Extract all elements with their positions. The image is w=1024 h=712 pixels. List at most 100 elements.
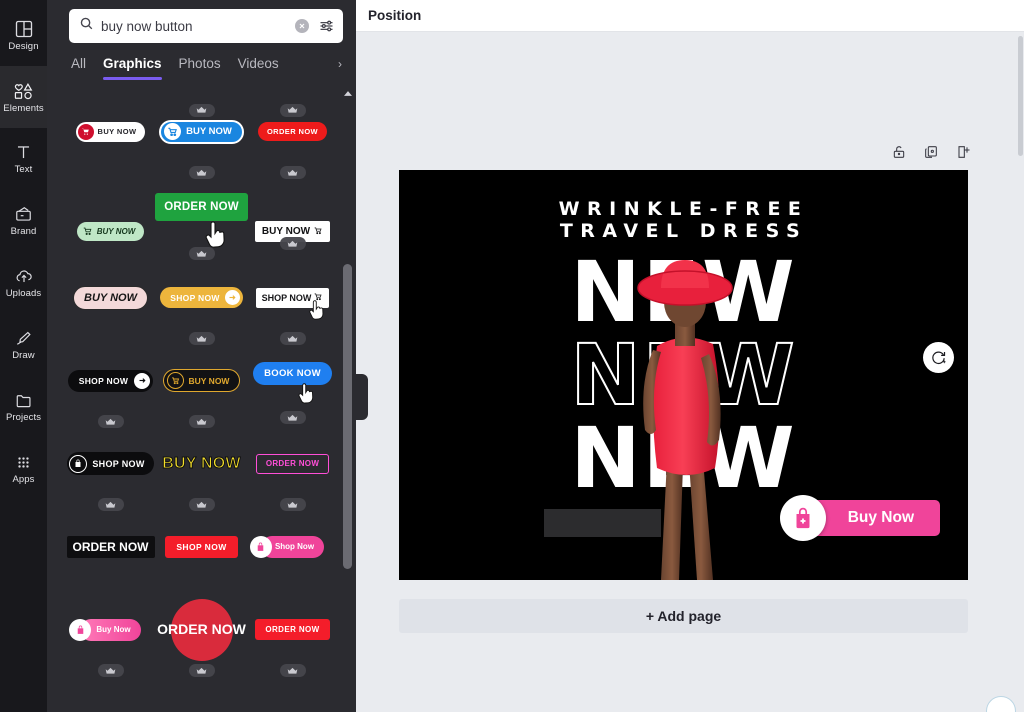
graphic-buy-now-script[interactable]: BUY NOW (73, 285, 148, 310)
tabs-next-arrow[interactable]: › (338, 57, 342, 71)
result-cell[interactable]: BOOK NOW (251, 339, 334, 424)
shopping-bag-icon (69, 618, 92, 641)
clear-icon[interactable] (295, 19, 309, 33)
graphic-shop-now-pink[interactable]: Shop Now (249, 535, 325, 558)
crown-icon (97, 664, 124, 677)
design-canvas[interactable]: WRINKLE-FREE TRAVEL DRESS NEW NEW NEW (399, 170, 968, 580)
graphic-shop-now-white[interactable]: SHOP NOW (255, 287, 330, 308)
graphic-buy-now-pink[interactable]: Buy Now (69, 618, 141, 641)
design-icon (14, 19, 34, 39)
cart-icon (164, 123, 182, 140)
panel-scrollbar[interactable] (343, 88, 352, 708)
tab-all[interactable]: All (71, 56, 86, 80)
result-cell[interactable]: ORDER NOW (251, 90, 334, 179)
search-icon (79, 16, 94, 36)
design-headline-2: TRAVEL DRESS (559, 220, 808, 242)
search-area (47, 0, 356, 43)
graphic-label: ORDER NOW (265, 625, 320, 634)
main-scrollbar[interactable] (1018, 36, 1023, 156)
tab-videos[interactable]: Videos (238, 56, 279, 80)
graphic-order-now-red[interactable]: ORDER NOW (257, 122, 328, 141)
result-cell[interactable]: BUY NOW (159, 90, 244, 179)
add-page-icon[interactable] (955, 144, 971, 160)
graphic-book-now-blue[interactable]: BOOK NOW (253, 362, 332, 385)
graphic-label: BUY NOW (261, 226, 311, 237)
graphic-label: BUY NOW (84, 291, 137, 304)
result-cell[interactable]: BUY NOW (160, 422, 243, 511)
magic-regenerate-icon[interactable] (923, 342, 954, 373)
graphic-shop-now-bag[interactable]: SHOP NOW (67, 452, 154, 475)
filter-sliders-icon[interactable] (316, 18, 335, 34)
graphic-shop-now-black[interactable]: SHOP NOW (67, 369, 154, 392)
result-cell[interactable]: Shop Now (249, 505, 334, 588)
result-cell[interactable]: SHOP NOW (160, 256, 243, 345)
result-cell[interactable]: SHOP NOW (251, 256, 334, 345)
duplicate-icon[interactable] (923, 144, 939, 160)
sidebar-item-text[interactable]: Text (0, 128, 47, 190)
result-cell[interactable]: BUY NOW (69, 90, 152, 173)
sidebar-item-projects[interactable]: Projects (0, 376, 47, 438)
text-icon (14, 143, 33, 162)
result-row: ORDER NOW SHOP NOW Shop Now (66, 505, 334, 588)
sidebar-label-elements: Elements (3, 102, 44, 114)
graphic-buy-now-green[interactable]: BUY NOW (76, 222, 145, 241)
graphic-buy-now-gold[interactable]: BUY NOW (162, 369, 241, 392)
lock-icon[interactable] (891, 144, 907, 160)
sidebar-label-apps: Apps (12, 474, 35, 486)
graphic-label: ORDER NOW (164, 200, 239, 213)
result-cell[interactable]: BUY NOW (160, 339, 243, 428)
crown-icon (279, 664, 306, 677)
graphic-order-now-badge[interactable]: ORDER NOW (157, 598, 246, 661)
sidebar-label-brand: Brand (10, 226, 37, 238)
graphic-buy-now-blue[interactable]: BUY NOW (159, 119, 244, 144)
sidebar-item-brand[interactable]: Brand (0, 190, 47, 252)
panel-collapse-handle[interactable]: chevron-left-icon (356, 374, 368, 420)
sidebar-item-draw[interactable]: Draw (0, 314, 47, 376)
graphic-order-now-redrect[interactable]: ORDER NOW (255, 619, 330, 640)
design-headline-1: WRINKLE-FREE (558, 198, 809, 220)
search-box[interactable] (69, 9, 343, 43)
result-cell[interactable]: SHOP NOW (160, 505, 243, 588)
sidebar-item-uploads[interactable]: Uploads (0, 252, 47, 314)
add-page-button[interactable]: + Add page (399, 599, 968, 633)
result-cell[interactable]: SHOP NOW (67, 339, 154, 428)
result-row: BUY NOW ORDER NOW BUY NOW (69, 173, 334, 260)
help-button[interactable] (986, 696, 1016, 712)
result-cell[interactable]: ORDER NOW (251, 422, 334, 511)
graphic-label: BUY NOW (97, 127, 137, 136)
result-row: BUY NOW SHOP NOW SHOP NOW (69, 256, 334, 345)
design-cta-button[interactable]: Buy Now (779, 495, 940, 541)
result-cell[interactable]: Buy Now (69, 588, 152, 677)
scroll-up-icon[interactable] (343, 88, 352, 99)
result-cell[interactable]: ORDER NOW (251, 588, 334, 677)
graphic-order-now-black[interactable]: ORDER NOW (66, 535, 155, 558)
graphic-label: ORDER NOW (72, 539, 149, 554)
crown-icon (279, 237, 306, 250)
sidebar-item-elements[interactable]: Elements (0, 66, 47, 128)
result-cell[interactable]: BUY NOW (69, 256, 152, 339)
graphic-shop-now-amber[interactable]: SHOP NOW (160, 287, 243, 308)
result-cell[interactable]: SHOP NOW (67, 422, 154, 511)
graphic-shop-now-red[interactable]: SHOP NOW (165, 535, 238, 558)
arrow-right-icon (224, 290, 240, 305)
result-cell[interactable]: ORDER NOW (66, 505, 155, 588)
sidebar-item-design[interactable]: Design (0, 4, 47, 66)
elements-icon (13, 81, 34, 101)
graphic-buy-now-white[interactable]: BUY NOW (75, 121, 146, 142)
graphic-order-now-neon[interactable]: ORDER NOW (255, 453, 330, 474)
sidebar-label-design: Design (8, 40, 39, 52)
sidebar-item-apps[interactable]: Apps (0, 438, 47, 500)
result-row: Buy Now ORDER NOW ORDER NOW (69, 588, 334, 677)
sidebar-label-draw: Draw (12, 350, 35, 362)
search-input[interactable] (101, 18, 288, 34)
result-cell[interactable]: ORDER NOW (155, 173, 248, 260)
result-cell[interactable]: BUY NOW (69, 173, 152, 256)
main-area: Position WRINKLE-FREE TRAVEL DRESS Buy N… (356, 0, 1024, 712)
graphic-order-now-green[interactable]: ORDER NOW (155, 192, 248, 221)
result-cell[interactable]: BUY NOW (251, 173, 334, 256)
tab-graphics[interactable]: Graphics (103, 56, 162, 80)
tab-photos[interactable]: Photos (179, 56, 221, 80)
graphic-buy-now-yellow[interactable]: BUY NOW (162, 454, 241, 473)
scrollbar-thumb[interactable] (343, 264, 352, 569)
result-cell[interactable]: ORDER NOW (157, 588, 246, 677)
